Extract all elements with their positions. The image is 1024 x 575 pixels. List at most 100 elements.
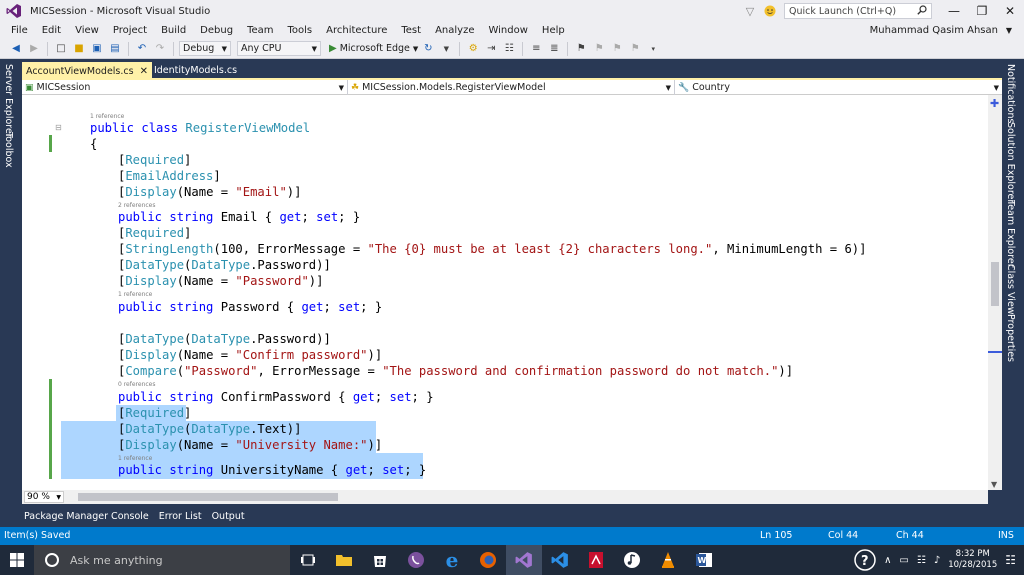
menu-help[interactable]: Help xyxy=(535,25,572,36)
project-dropdown[interactable]: ▣ MICSession ▼ xyxy=(22,80,348,95)
code-lens-references[interactable]: 1 reference xyxy=(118,455,152,462)
menu-project[interactable]: Project xyxy=(106,25,154,36)
navigate-back-icon[interactable]: ◀ xyxy=(8,41,24,57)
chevron-down-icon[interactable]: ▼ xyxy=(438,41,454,57)
close-icon[interactable]: ✕ xyxy=(140,66,148,77)
menu-tools[interactable]: Tools xyxy=(281,25,320,36)
open-file-icon[interactable]: ■ xyxy=(71,41,87,57)
server-explorer-tab[interactable]: Server Explorer xyxy=(3,64,14,138)
team-explorer-tab[interactable]: Team Explorer xyxy=(1005,200,1016,268)
chevron-down-icon: ▼ xyxy=(338,83,344,92)
help-icon[interactable]: ? xyxy=(854,549,876,571)
find-in-files-icon[interactable]: ☷ xyxy=(501,41,517,57)
navigate-forward-icon[interactable]: ▶ xyxy=(26,41,42,57)
menu-build[interactable]: Build xyxy=(154,25,193,36)
visual-studio-taskbar-icon[interactable] xyxy=(506,545,542,575)
code-lens-references[interactable]: 1 reference xyxy=(90,113,124,120)
undo-icon[interactable]: ↶ xyxy=(134,41,150,57)
properties-tab[interactable]: Properties xyxy=(1005,314,1016,362)
task-view-icon[interactable] xyxy=(290,545,326,575)
tab-package-manager-console[interactable]: Package Manager Console xyxy=(22,511,154,522)
save-icon[interactable]: ▣ xyxy=(89,41,105,57)
save-all-icon[interactable]: ▤ xyxy=(107,41,123,57)
notification-icon[interactable]: ▭ xyxy=(899,555,908,566)
tab-error-list[interactable]: Error List xyxy=(154,511,207,522)
browser-link-icon[interactable]: ⚙ xyxy=(465,41,481,57)
search-icon xyxy=(917,4,927,18)
horizontal-scrollbar-thumb[interactable] xyxy=(78,493,338,501)
code-lens-references[interactable]: 2 references xyxy=(118,202,156,209)
scrollbar-thumb[interactable] xyxy=(991,262,999,306)
show-hidden-icons-icon[interactable]: ∧ xyxy=(884,555,891,566)
solution-configuration-dropdown[interactable]: Debug ▼ xyxy=(179,41,231,56)
action-center-icon[interactable]: ☷ xyxy=(1005,553,1016,567)
store-icon[interactable] xyxy=(362,545,398,575)
step-icon[interactable]: ⇥ xyxy=(483,41,499,57)
close-button[interactable]: ✕ xyxy=(996,0,1024,22)
code-line: [Required] xyxy=(118,406,192,420)
refresh-icon[interactable]: ↻ xyxy=(420,41,436,57)
tab-output[interactable]: Output xyxy=(207,511,250,522)
cortana-search-box[interactable]: Ask me anything xyxy=(34,545,290,575)
split-window-icon[interactable]: ✚ xyxy=(990,97,999,110)
file-explorer-icon[interactable] xyxy=(326,545,362,575)
feedback-smiley-icon[interactable] xyxy=(760,5,780,17)
clear-bookmarks-icon[interactable]: ⚑ xyxy=(627,41,643,57)
menu-debug[interactable]: Debug xyxy=(193,25,240,36)
firefox-icon[interactable] xyxy=(470,545,506,575)
tab-accountviewmodels[interactable]: AccountViewModels.cs ✕ xyxy=(22,62,152,79)
menu-analyze[interactable]: Analyze xyxy=(428,25,481,36)
new-project-icon[interactable]: □ xyxy=(53,41,69,57)
document-tabs: AccountViewModels.cs ✕ IdentityModels.cs xyxy=(22,60,1002,79)
network-icon[interactable]: ☷ xyxy=(917,555,926,566)
minimize-button[interactable]: — xyxy=(940,0,968,22)
volume-icon[interactable]: ♪ xyxy=(934,555,940,566)
groove-music-icon[interactable] xyxy=(614,545,650,575)
code-lens-references[interactable]: 1 reference xyxy=(118,291,152,298)
solution-explorer-tab[interactable]: Solution Explorer xyxy=(1005,122,1016,203)
scroll-down-icon[interactable]: ▼ xyxy=(991,480,997,489)
quick-launch-input[interactable]: Quick Launch (Ctrl+Q) xyxy=(784,3,932,19)
menu-window[interactable]: Window xyxy=(481,25,534,36)
bookmark-icon[interactable]: ⚑ xyxy=(573,41,589,57)
notifications-tab[interactable]: Notifications xyxy=(1005,64,1016,123)
vertical-scrollbar[interactable]: ✚ ▼ xyxy=(988,95,1002,490)
code-token: DataType xyxy=(191,258,251,272)
type-dropdown[interactable]: ☘ MICSession.Models.RegisterViewModel ▼ xyxy=(348,80,675,95)
code-editor[interactable]: ⊟ 1 reference public class RegisterViewM… xyxy=(22,95,988,490)
menu-view[interactable]: View xyxy=(68,25,106,36)
tab-identitymodels[interactable]: IdentityModels.cs xyxy=(152,62,241,79)
chevron-down-icon[interactable]: ▼ xyxy=(1006,22,1012,39)
restore-button[interactable]: ❐ xyxy=(968,0,996,22)
viber-icon[interactable] xyxy=(398,545,434,575)
toolbar-overflow-icon[interactable]: ▾ xyxy=(645,41,661,57)
system-clock[interactable]: 8:32 PM 10/28/2015 xyxy=(948,549,997,571)
zoom-dropdown[interactable]: 90 % ▼ xyxy=(24,491,64,503)
code-lens-references[interactable]: 0 references xyxy=(118,381,156,388)
menu-edit[interactable]: Edit xyxy=(35,25,68,36)
word-icon[interactable]: W xyxy=(686,545,722,575)
menu-team[interactable]: Team xyxy=(240,25,280,36)
acrobat-reader-icon[interactable] xyxy=(578,545,614,575)
start-debugging-button[interactable]: ▶ Microsoft Edge ▼ xyxy=(329,43,418,54)
class-view-tab[interactable]: Class View xyxy=(1005,264,1016,315)
filter-icon[interactable]: ▽ xyxy=(740,5,760,18)
code-token: Required xyxy=(125,406,185,420)
collapse-icon[interactable]: ⊟ xyxy=(55,123,62,132)
vlc-player-icon[interactable] xyxy=(650,545,686,575)
signed-in-user[interactable]: Muhammad Qasim Ahsan xyxy=(870,22,998,39)
solution-platform-dropdown[interactable]: Any CPU ▼ xyxy=(237,41,321,56)
decrease-indent-icon[interactable]: ≡ xyxy=(528,41,544,57)
redo-icon[interactable]: ↷ xyxy=(152,41,168,57)
menu-file[interactable]: File xyxy=(4,25,35,36)
menu-architecture[interactable]: Architecture xyxy=(319,25,394,36)
previous-bookmark-icon[interactable]: ⚑ xyxy=(591,41,607,57)
toolbox-tab[interactable]: Toolbox xyxy=(3,132,14,168)
menu-test[interactable]: Test xyxy=(394,25,428,36)
visual-studio-code-icon[interactable] xyxy=(542,545,578,575)
increase-indent-icon[interactable]: ≣ xyxy=(546,41,562,57)
member-dropdown[interactable]: 🔧 Country ▼ xyxy=(675,80,1002,95)
edge-browser-icon[interactable]: e xyxy=(434,545,470,575)
start-button[interactable] xyxy=(0,545,34,575)
next-bookmark-icon[interactable]: ⚑ xyxy=(609,41,625,57)
